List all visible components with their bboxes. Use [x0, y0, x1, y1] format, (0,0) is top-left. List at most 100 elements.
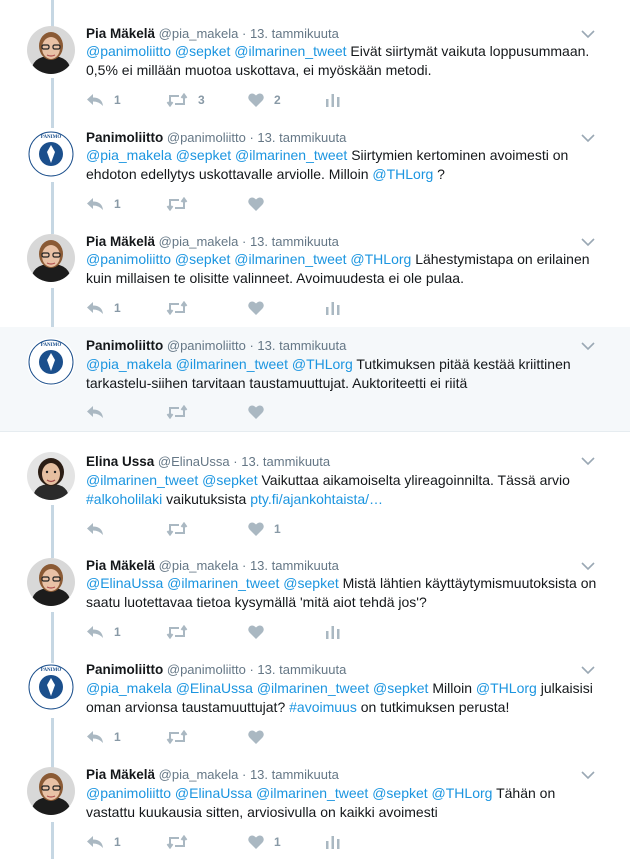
analytics-icon [326, 626, 340, 639]
separator-dot: · [241, 26, 247, 41]
retweet-button[interactable] [166, 299, 188, 317]
analytics-button[interactable] [326, 833, 340, 851]
tweet-date[interactable]: 13. tammikuuta [257, 338, 346, 353]
user-handle[interactable]: @panimoliitto [167, 130, 246, 145]
analytics-icon [326, 836, 340, 849]
retweet-button[interactable] [166, 833, 188, 851]
mention-links[interactable]: @pia_makela @sepket @ilmarinen_tweet [86, 147, 347, 163]
tweet-date[interactable]: 13. tammikuuta [250, 234, 339, 249]
display-name[interactable]: Panimoliitto [86, 130, 163, 145]
mention-link[interactable]: @THLorg [372, 166, 433, 182]
heart-icon [248, 301, 264, 315]
mention-links[interactable]: @ElinaUssa @ilmarinen_tweet @sepket [86, 575, 339, 591]
reply-button[interactable]: 1 [86, 833, 121, 851]
tweet-date[interactable]: 13. tammikuuta [257, 130, 346, 145]
tweet-date[interactable]: 13. tammikuuta [250, 767, 339, 782]
like-button[interactable]: 1 [248, 520, 281, 538]
thread-line [51, 505, 54, 558]
display-name[interactable]: Panimoliitto [86, 338, 163, 353]
reply-button[interactable]: 1 [86, 728, 121, 746]
display-name[interactable]: Pia Mäkelä [86, 26, 155, 41]
user-handle[interactable]: @panimoliitto [167, 662, 246, 677]
reply-button[interactable]: 1 [86, 623, 121, 641]
reply-button[interactable]: 1 [86, 195, 121, 213]
retweet-icon [166, 93, 188, 107]
tweet-header: Panimoliitto @panimoliitto · 13. tammiku… [86, 130, 346, 146]
retweet-button[interactable] [166, 728, 188, 746]
hashtag-link[interactable]: #avoimuus [289, 699, 357, 715]
mention-links[interactable]: @panimoliitto @sepket @ilmarinen_tweet [86, 43, 347, 59]
like-button[interactable] [248, 728, 264, 746]
user-handle[interactable]: @ElinaUssa [158, 454, 230, 469]
thread-line [51, 78, 54, 128]
mention-links[interactable]: @panimoliitto @ElinaUssa @ilmarinen_twee… [86, 785, 492, 801]
avatar[interactable] [27, 26, 75, 74]
chevron-down-icon[interactable] [580, 561, 596, 571]
mention-link[interactable]: @THLorg [476, 680, 537, 696]
user-handle[interactable]: @pia_makela [159, 234, 239, 249]
reply-count: 1 [114, 625, 121, 639]
display-name[interactable]: Panimoliitto [86, 662, 163, 677]
chevron-down-icon[interactable] [580, 133, 596, 143]
tweet-date[interactable]: 13. tammikuuta [250, 26, 339, 41]
like-button[interactable]: 2 [248, 91, 281, 109]
like-button[interactable] [248, 403, 264, 421]
analytics-icon [326, 94, 340, 107]
avatar[interactable]: PANIMO [27, 663, 75, 711]
user-handle[interactable]: @pia_makela [159, 558, 239, 573]
avatar[interactable]: PANIMO [27, 130, 75, 178]
heart-icon [248, 835, 264, 849]
analytics-button[interactable] [326, 623, 340, 641]
analytics-button[interactable] [326, 91, 340, 109]
avatar[interactable] [27, 452, 75, 500]
chevron-down-icon[interactable] [580, 341, 596, 351]
tweet-date[interactable]: 13. tammikuuta [250, 558, 339, 573]
mention-links[interactable]: @pia_makela @ilmarinen_tweet @THLorg [86, 356, 353, 372]
like-button[interactable] [248, 299, 264, 317]
reply-button[interactable]: 1 [86, 91, 121, 109]
avatar[interactable]: PANIMO [27, 338, 75, 386]
like-button[interactable]: 1 [248, 833, 281, 851]
display-name[interactable]: Pia Mäkelä [86, 767, 155, 782]
like-button[interactable] [248, 195, 264, 213]
like-button[interactable] [248, 623, 264, 641]
avatar[interactable] [27, 767, 75, 815]
svg-text:PANIMO: PANIMO [41, 668, 62, 673]
retweet-icon [166, 835, 188, 849]
user-handle[interactable]: @pia_makela [159, 767, 239, 782]
user-handle[interactable]: @panimoliitto [167, 338, 246, 353]
avatar[interactable] [27, 234, 75, 282]
display-name[interactable]: Pia Mäkelä [86, 558, 155, 573]
tweet-text: @panimoliitto @sepket @ilmarinen_tweet @… [86, 250, 601, 288]
chevron-down-icon[interactable] [580, 456, 596, 466]
mention-links[interactable]: @panimoliitto @sepket @ilmarinen_tweet @… [86, 251, 411, 267]
reply-button[interactable] [86, 520, 104, 538]
retweet-button[interactable]: 3 [166, 91, 205, 109]
retweet-button[interactable] [166, 623, 188, 641]
avatar[interactable] [27, 558, 75, 606]
display-name[interactable]: Elina Ussa [86, 454, 154, 469]
user-handle[interactable]: @pia_makela [159, 26, 239, 41]
tweet-text: @pia_makela @ilmarinen_tweet @THLorg Tut… [86, 355, 601, 393]
retweet-icon [166, 301, 188, 315]
url-link[interactable]: pty.fi/ajankohtaista/… [250, 491, 383, 507]
tweet-text: @panimoliitto @sepket @ilmarinen_tweet E… [86, 42, 601, 80]
display-name[interactable]: Pia Mäkelä [86, 234, 155, 249]
mention-links[interactable]: @pia_makela @ElinaUssa @ilmarinen_tweet … [86, 680, 428, 696]
retweet-button[interactable] [166, 403, 188, 421]
tweet-tail: ? [437, 166, 445, 182]
chevron-down-icon[interactable] [580, 770, 596, 780]
tweet-header: Pia Mäkelä @pia_makela · 13. tammikuuta [86, 767, 339, 783]
retweet-button[interactable] [166, 520, 188, 538]
chevron-down-icon[interactable] [580, 665, 596, 675]
reply-button[interactable] [86, 403, 104, 421]
chevron-down-icon[interactable] [580, 29, 596, 39]
chevron-down-icon[interactable] [580, 237, 596, 247]
hashtag-link[interactable]: #alkoholilaki [86, 491, 162, 507]
analytics-button[interactable] [326, 299, 340, 317]
reply-button[interactable]: 1 [86, 299, 121, 317]
retweet-button[interactable] [166, 195, 188, 213]
mention-links[interactable]: @ilmarinen_tweet @sepket [86, 472, 258, 488]
tweet-date[interactable]: 13. tammikuuta [257, 662, 346, 677]
tweet-date[interactable]: 13. tammikuuta [241, 454, 330, 469]
